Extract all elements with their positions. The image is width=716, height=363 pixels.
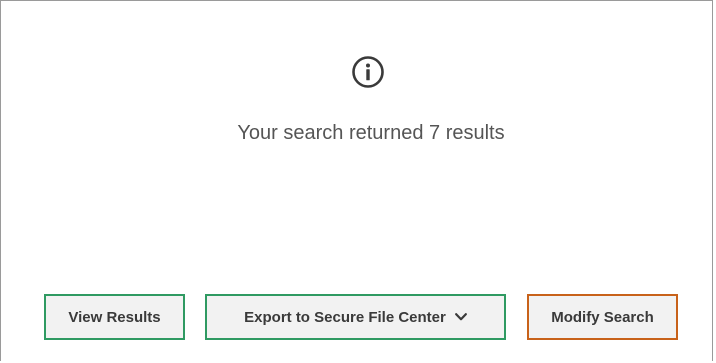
view-results-label: View Results (68, 308, 161, 326)
search-results-dialog: Your search returned 7 results View Resu… (0, 0, 713, 361)
chevron-down-icon (454, 313, 467, 321)
view-results-button[interactable]: View Results (44, 294, 185, 340)
modify-search-button[interactable]: Modify Search (527, 294, 678, 340)
search-result-message: Your search returned 7 results (237, 122, 505, 144)
export-label: Export to Secure File Center (244, 308, 446, 326)
export-secure-file-center-button[interactable]: Export to Secure File Center (205, 294, 506, 340)
info-circle-icon (351, 55, 385, 89)
modify-search-label: Modify Search (551, 308, 654, 326)
